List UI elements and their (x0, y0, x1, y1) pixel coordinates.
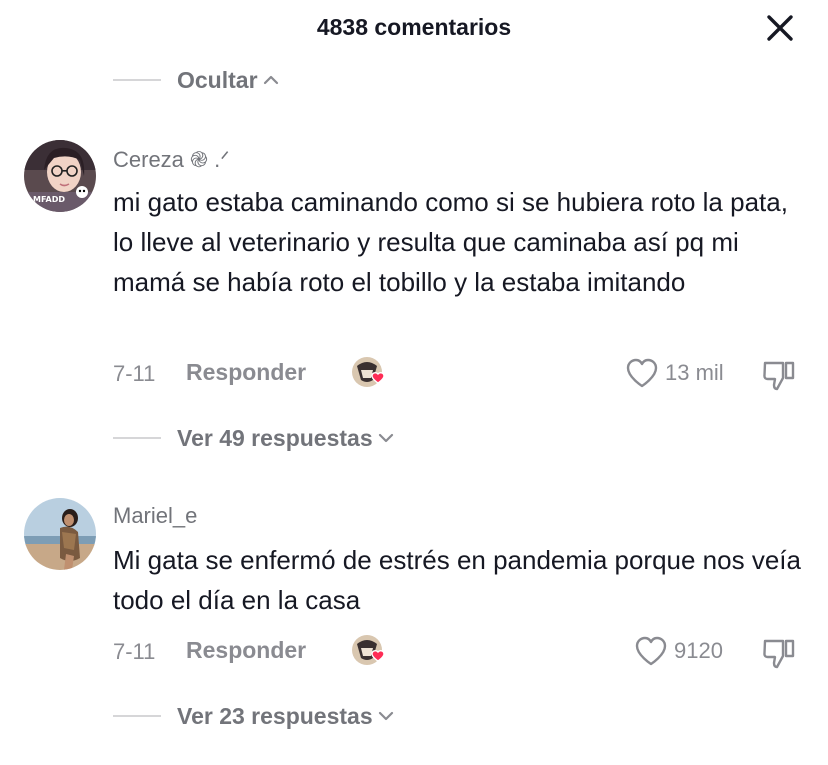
like-button[interactable]: 9120 (634, 635, 723, 667)
comments-count-title: 4838 comentarios (316, 14, 512, 40)
comment-date: 7-11 (113, 639, 156, 664)
avatar[interactable] (24, 498, 96, 570)
hide-replies-toggle[interactable]: Ocultar (113, 65, 280, 95)
view-replies-toggle[interactable]: Ver 23 respuestas (113, 701, 395, 731)
chevron-down-icon (378, 711, 393, 721)
hide-replies-label: Ocultar (177, 66, 258, 93)
avatar-image: MFADD (24, 140, 96, 212)
dislike-button[interactable] (761, 636, 797, 670)
avatar[interactable]: MFADD (24, 140, 96, 212)
reply-button[interactable]: Responder (186, 359, 306, 386)
close-icon (767, 15, 793, 41)
view-replies-label: Ver 49 respuestas (177, 424, 373, 451)
chevron-up-icon (263, 75, 278, 85)
creator-liked-badge (351, 356, 389, 390)
reply-button[interactable]: Responder (186, 637, 306, 664)
comments-panel: 4838 comentarios Ocultar MFADD Cereza ֎ … (0, 0, 828, 765)
thumbs-down-icon (763, 639, 795, 669)
divider-line (113, 715, 161, 717)
like-button[interactable]: 13 mil (625, 357, 724, 389)
divider-line (113, 79, 161, 81)
view-replies-label: Ver 23 respuestas (177, 702, 373, 729)
comment-text: Mi gata se enfermó de estrés en pandemia… (113, 545, 801, 615)
view-replies-toggle[interactable]: Ver 49 respuestas (113, 423, 395, 453)
comment-actions: 7-11 Responder 13 mil (113, 356, 813, 392)
close-button[interactable] (764, 12, 796, 44)
divider-line (113, 437, 161, 439)
comment-username[interactable]: Mariel_e (113, 503, 197, 529)
avatar-image (24, 498, 96, 570)
like-count: 13 mil (665, 360, 724, 385)
comments-header: 4838 comentarios (0, 0, 828, 56)
comment-username[interactable]: Cereza ֎ .ᐟ (113, 145, 230, 174)
creator-liked-badge (351, 634, 389, 668)
like-count: 9120 (674, 638, 723, 663)
heart-outline-icon (635, 636, 667, 666)
heart-outline-icon (626, 358, 658, 388)
svg-text:MFADD: MFADD (33, 195, 65, 204)
comment-item: Mariel_e Mi gata se enfermó de estrés en… (0, 498, 828, 688)
chevron-down-icon (378, 433, 393, 443)
comment-date: 7-11 (113, 361, 156, 386)
comment-actions: 7-11 Responder 9120 (113, 634, 813, 670)
comment-text: mi gato estaba caminando como si se hubi… (113, 187, 788, 297)
comment-item: MFADD Cereza ֎ .ᐟ mi gato estaba caminan… (0, 140, 828, 470)
thumbs-down-icon (763, 361, 795, 391)
dislike-button[interactable] (761, 358, 797, 392)
